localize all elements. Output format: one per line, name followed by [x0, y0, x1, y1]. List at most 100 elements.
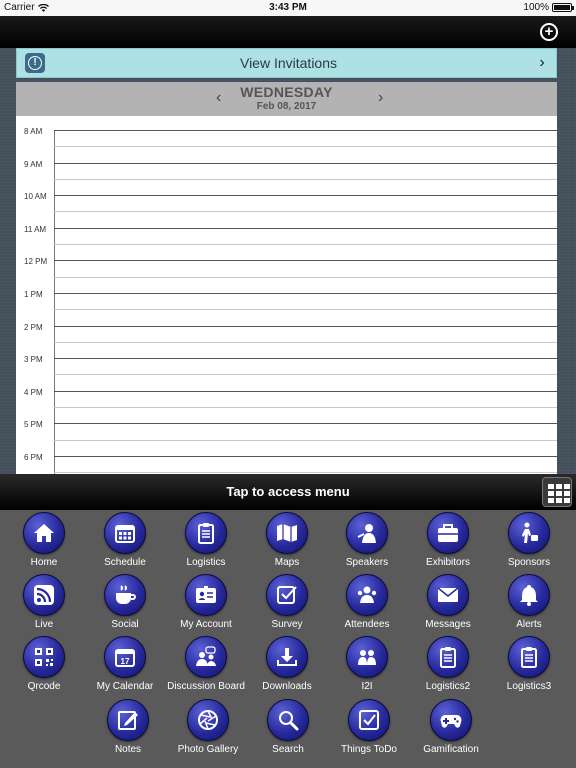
- plus-circle-icon[interactable]: +: [540, 23, 558, 41]
- sponsor-icon: [508, 512, 550, 554]
- half-hour-line: [54, 211, 557, 213]
- menu-item-downloads[interactable]: Downloads: [247, 636, 327, 692]
- menu-bar-label: Tap to access menu: [226, 484, 350, 499]
- time-slot-row[interactable]: 9 AM: [16, 160, 557, 196]
- menu-item-my-account[interactable]: My Account: [166, 574, 246, 630]
- menu-item-maps[interactable]: Maps: [247, 512, 327, 568]
- menu-item-logistics3[interactable]: Logistics3: [489, 636, 569, 692]
- coffee-icon: [104, 574, 146, 616]
- view-invitations-button[interactable]: ! View Invitations ›: [16, 48, 557, 78]
- menu-item-attendees[interactable]: Attendees: [327, 574, 407, 630]
- menu-item-messages[interactable]: Messages: [408, 574, 488, 630]
- people-icon: [346, 574, 388, 616]
- clock: 3:43 PM: [269, 2, 307, 13]
- menu-item-label: Speakers: [345, 557, 389, 568]
- time-label: 12 PM: [24, 257, 48, 267]
- menu-item-exhibitors[interactable]: Exhibitors: [408, 512, 488, 568]
- status-bar: Carrier 3:43 PM 100%: [0, 0, 576, 16]
- svg-text:17: 17: [121, 657, 130, 666]
- menu-item-photo-gallery[interactable]: Photo Gallery: [168, 699, 248, 755]
- menu-item-label: Notes: [114, 744, 142, 755]
- menu-item-label: Exhibitors: [426, 557, 470, 568]
- hour-line: [54, 260, 557, 262]
- two-people-icon: [346, 636, 388, 678]
- time-label: 2 PM: [24, 322, 43, 332]
- time-slot-row[interactable]: 10 AM: [16, 192, 557, 228]
- menu-item-logistics2[interactable]: Logistics2: [408, 636, 488, 692]
- menu-item-label: Search: [272, 744, 304, 755]
- menu-item-label: Home: [30, 557, 58, 568]
- time-label: 3 PM: [24, 355, 43, 365]
- menu-item-survey[interactable]: Survey: [247, 574, 327, 630]
- time-slot-row[interactable]: 3 PM: [16, 355, 557, 391]
- check-square-icon: [348, 699, 390, 741]
- time-slot-row[interactable]: 12 PM: [16, 257, 557, 293]
- menu-item-live[interactable]: Live: [4, 574, 84, 630]
- day-name: WEDNESDAY: [240, 84, 333, 100]
- checkbox-icon: [266, 574, 308, 616]
- half-hour-line: [54, 341, 557, 343]
- menu-item-label: Qrcode: [27, 681, 61, 692]
- menu-item-label: Schedule: [104, 557, 146, 568]
- menu-item-label: Sponsors: [507, 557, 551, 568]
- menu-item-my-calendar[interactable]: 17 My Calendar: [85, 636, 165, 692]
- hour-line: [54, 162, 557, 164]
- time-slot-row[interactable]: 11 AM: [16, 224, 557, 261]
- menu-item-home[interactable]: Home: [4, 512, 84, 568]
- menu-item-search[interactable]: Search: [248, 699, 328, 755]
- menu-item-label: I2I: [361, 681, 373, 692]
- hour-line: [54, 227, 557, 229]
- menu-item-sponsors[interactable]: Sponsors: [489, 512, 569, 568]
- time-label: 10 AM: [24, 192, 47, 202]
- menu-item-label: Things ToDo: [341, 744, 397, 755]
- menu-item-label: My Calendar: [96, 681, 154, 692]
- menu-item-speakers[interactable]: Speakers: [327, 512, 407, 568]
- rss-icon: [23, 574, 65, 616]
- chevron-right-icon: ›: [539, 54, 545, 71]
- time-slot-row[interactable]: 8 AM: [16, 127, 557, 163]
- menu-item-schedule[interactable]: Schedule: [85, 512, 165, 568]
- half-hour-line: [54, 407, 557, 409]
- time-slot-row[interactable]: 4 PM: [16, 387, 557, 424]
- prev-day-button[interactable]: ‹: [216, 89, 221, 107]
- time-slot-row[interactable]: 5 PM: [16, 420, 557, 456]
- menu-item-label: Logistics3: [506, 681, 552, 692]
- menu-item-logistics[interactable]: Logistics: [166, 512, 246, 568]
- menu-item-label: Discussion Board: [167, 681, 245, 692]
- hour-line: [54, 423, 557, 425]
- grid-menu-icon[interactable]: [542, 477, 572, 507]
- menu-item-label: Alerts: [516, 619, 542, 630]
- time-label: 11 AM: [24, 224, 47, 234]
- calendar-day-icon: 17: [104, 636, 146, 678]
- time-label: 4 PM: [24, 387, 43, 397]
- menu-item-social[interactable]: Social: [85, 574, 165, 630]
- clipboard-icon: [185, 512, 227, 554]
- aperture-icon: [187, 699, 229, 741]
- day-schedule-grid[interactable]: 8 AM 9 AM 10 AM 11 AM 12 PM 1 PM 2 PM 3 PM 4 PM 5…: [16, 116, 557, 474]
- menu-toggle-bar[interactable]: Tap to access menu: [0, 474, 576, 510]
- time-label: 8 AM: [24, 127, 43, 136]
- search-icon: [267, 699, 309, 741]
- menu-item-i2i[interactable]: I2I: [327, 636, 407, 692]
- time-slot-row[interactable]: 2 PM: [16, 322, 557, 359]
- envelope-icon: [427, 574, 469, 616]
- menu-item-notes[interactable]: Notes: [88, 699, 168, 755]
- menu-item-label: Logistics2: [425, 681, 471, 692]
- menu-item-discussion-board[interactable]: Discussion Board: [166, 636, 246, 692]
- half-hour-line: [54, 178, 557, 180]
- menu-item-things-todo[interactable]: Things ToDo: [329, 699, 409, 755]
- next-day-button[interactable]: ›: [378, 89, 383, 107]
- day-date: Feb 08, 2017: [256, 101, 317, 112]
- half-hour-line: [54, 374, 557, 376]
- pencil-icon: [107, 699, 149, 741]
- calendar-icon: [104, 512, 146, 554]
- invitations-label: View Invitations: [239, 55, 337, 71]
- menu-item-alerts[interactable]: Alerts: [489, 574, 569, 630]
- time-slot-row[interactable]: 1 PM: [16, 290, 557, 326]
- clipboard-icon: [427, 636, 469, 678]
- menu-item-gamification[interactable]: Gamification: [411, 699, 491, 755]
- briefcase-icon: [427, 512, 469, 554]
- time-slot-row[interactable]: 6 PM: [16, 453, 557, 474]
- menu-item-qrcode[interactable]: Qrcode: [4, 636, 84, 692]
- id-card-icon: [185, 574, 227, 616]
